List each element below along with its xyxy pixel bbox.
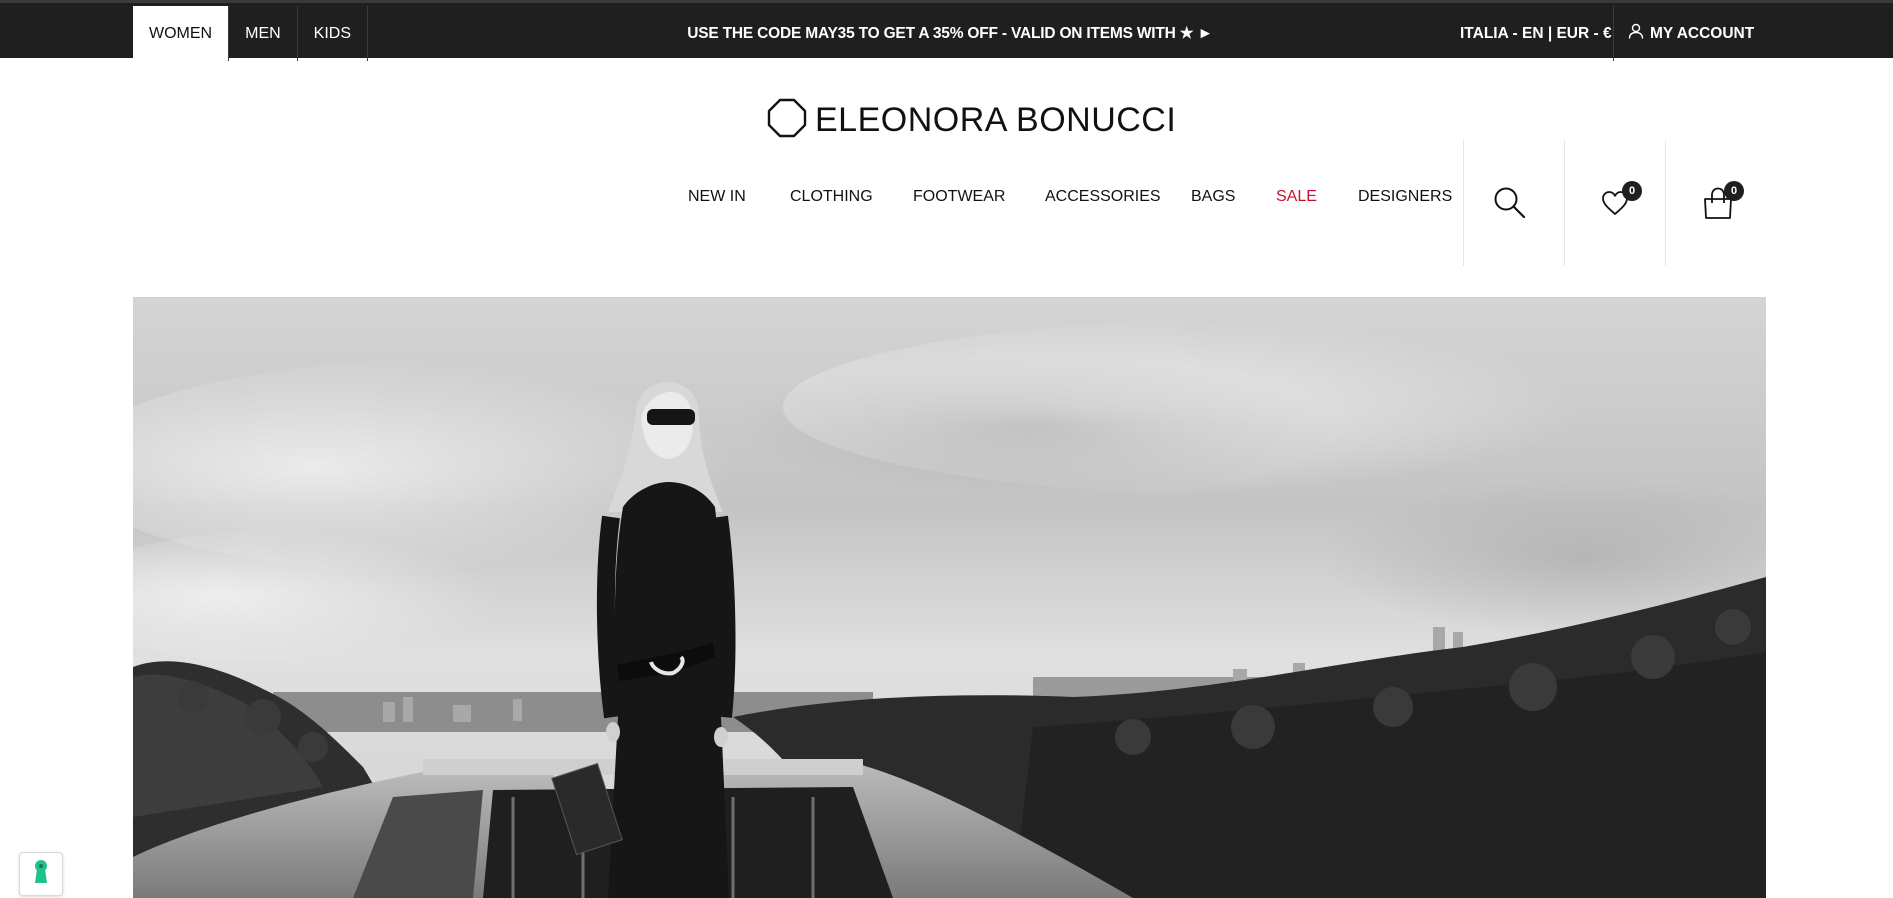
user-icon xyxy=(1628,23,1650,44)
wishlist-count-badge: 0 xyxy=(1622,181,1642,201)
cart-count-badge: 0 xyxy=(1724,181,1744,201)
keyhole-icon xyxy=(32,859,50,890)
tab-kids[interactable]: KIDS xyxy=(298,6,369,61)
nav-bags[interactable]: BAGS xyxy=(1191,188,1235,206)
tab-women[interactable]: WOMEN xyxy=(133,6,230,61)
heart-icon xyxy=(1600,191,1630,221)
octagon-logo-icon xyxy=(767,98,807,143)
my-account-label: MY ACCOUNT xyxy=(1650,24,1755,42)
my-account-link[interactable]: MY ACCOUNT xyxy=(1628,6,1754,61)
nav-footwear[interactable]: FOOTWEAR xyxy=(913,188,1005,206)
gender-tabs: WOMEN MEN KIDS xyxy=(133,6,369,61)
nav-divider xyxy=(1463,140,1464,266)
nav-designers[interactable]: DESIGNERS xyxy=(1358,188,1452,206)
privacy-settings-button[interactable] xyxy=(19,852,63,896)
topbar-divider xyxy=(1613,6,1614,61)
cart-button[interactable]: 0 xyxy=(1702,181,1744,225)
hero-image[interactable] xyxy=(133,297,1766,898)
nav-accessories[interactable]: ACCESSORIES xyxy=(1045,188,1161,206)
nav-clothing[interactable]: CLOTHING xyxy=(790,188,873,206)
shopping-bag-icon xyxy=(1702,187,1734,224)
brand-logo[interactable]: ELEONORA BONUCCI xyxy=(767,98,1176,142)
promo-banner-link[interactable]: USE THE CODE MAY35 TO GET A 35% OFF - VA… xyxy=(600,6,1300,61)
wishlist-button[interactable]: 0 xyxy=(1600,181,1642,222)
nav-sale[interactable]: SALE xyxy=(1276,188,1317,206)
top-bar: WOMEN MEN KIDS USE THE CODE MAY35 TO GET… xyxy=(0,0,1893,61)
nav-divider xyxy=(1564,140,1565,266)
brand-name: ELEONORA BONUCCI xyxy=(815,100,1177,139)
nav-divider xyxy=(1665,140,1666,266)
locale-currency-selector[interactable]: ITALIA - EN | EUR - € xyxy=(1460,6,1612,61)
black-and-white-hero-photo xyxy=(133,297,1766,898)
search-button[interactable] xyxy=(1493,186,1527,225)
nav-new-in[interactable]: NEW IN xyxy=(688,188,746,206)
tab-men[interactable]: MEN xyxy=(229,6,298,61)
search-icon xyxy=(1493,187,1527,224)
